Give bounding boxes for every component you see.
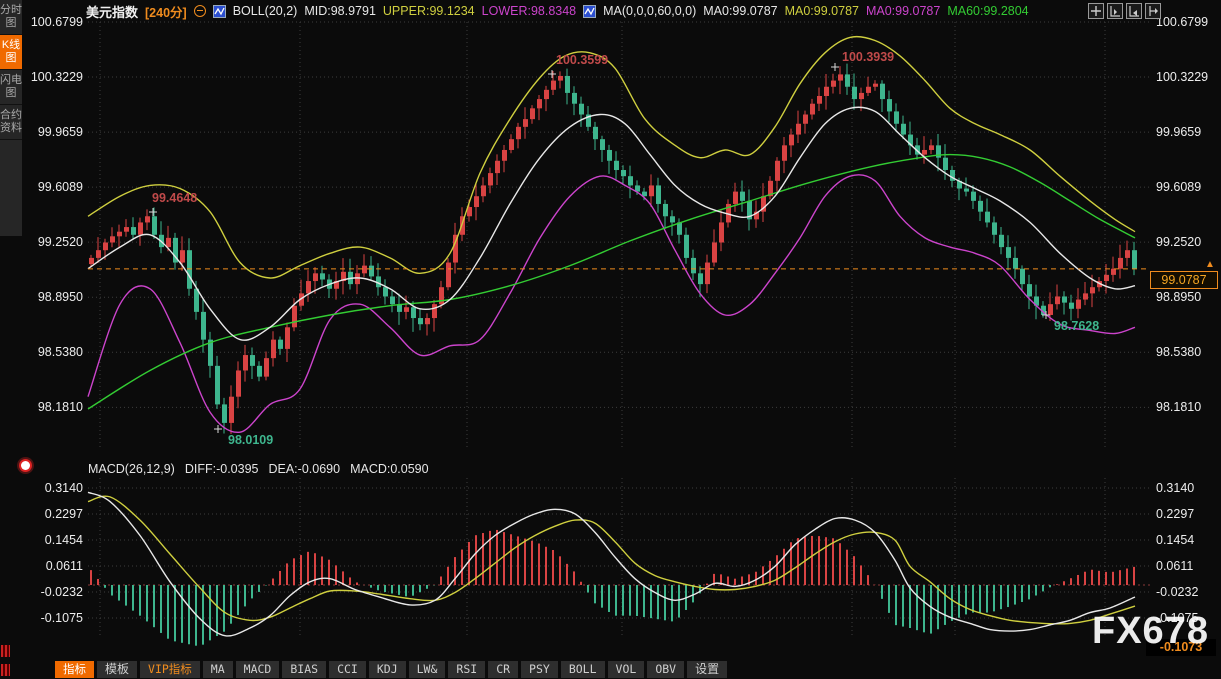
toolbar-item-cr[interactable]: CR (488, 661, 518, 678)
axis-label: 0.2297 (27, 507, 83, 521)
axis-label: -0.0232 (1156, 585, 1198, 599)
axis-label: -0.0232 (27, 585, 83, 599)
high-price-annotation: 100.3599 (556, 53, 608, 67)
ma0-yellow-value: MA0:99.0787 (785, 4, 859, 18)
trading-chart-window: 分时图K线图闪电图合约资料 美元指数 [240分] BOLL(20,2) MID… (0, 0, 1221, 679)
axis-label: 100.6799 (27, 15, 83, 29)
indicator-alert-icon[interactable] (21, 461, 30, 470)
ma60-value: MA60:99.2804 (947, 4, 1028, 18)
macd-dea-value: DEA:-0.0690 (268, 462, 340, 476)
macd-label: MACD(26,12,9) (88, 462, 175, 476)
axis-label: 99.9659 (27, 125, 83, 139)
axis-label: 98.8950 (1156, 290, 1201, 304)
axis-label: 0.0611 (1156, 559, 1193, 573)
boll-upper-value: UPPER:99.1234 (383, 4, 475, 18)
axis-label: 99.2520 (1156, 235, 1201, 249)
toolbar-item-macd[interactable]: MACD (236, 661, 280, 678)
toolbar-item-kdj[interactable]: KDJ (369, 661, 406, 678)
scroll-handle-icon[interactable] (1, 664, 10, 676)
axis-label: 98.8950 (27, 290, 83, 304)
chart-mode-sidebar: 分时图K线图闪电图合约资料 (0, 0, 22, 236)
high-price-annotation: 99.4648 (152, 191, 197, 205)
boll-indicator-icon[interactable] (213, 5, 226, 18)
toolbar-item-psy[interactable]: PSY (521, 661, 558, 678)
axis-label: 0.0611 (27, 559, 83, 573)
axis-label: 99.9659 (1156, 125, 1201, 139)
axis-label: 98.1810 (1156, 400, 1201, 414)
axis-label: 0.1454 (1156, 533, 1194, 547)
axis-label: 99.2520 (27, 235, 83, 249)
period-label: [240分] (145, 2, 187, 21)
chart-tools (1088, 3, 1161, 19)
axis-label: 98.5380 (1156, 345, 1201, 359)
macd-diff-value: DIFF:-0.0395 (185, 462, 259, 476)
pan-right-icon[interactable] (1145, 3, 1161, 19)
collapse-indicator-icon[interactable] (194, 5, 206, 17)
axis-label: 100.3229 (27, 70, 83, 84)
symbol-title: 美元指数 (86, 2, 138, 21)
chart-header: 美元指数 [240分] BOLL(20,2) MID:98.9791 UPPER… (86, 3, 1029, 19)
ma0-magenta-value: MA0:99.0787 (866, 4, 940, 18)
indicator-toolbar: 指标模板VIP指标MAMACDBIASCCIKDJLW&RSICRPSYBOLL… (55, 661, 727, 678)
sidebar-tab-active[interactable]: K线图 (0, 35, 22, 70)
axis-label: 100.6799 (1156, 15, 1208, 29)
time-axis: 240分 ▲ 10/1110/2210/3111/1011/2812/06 20… (0, 640, 1221, 659)
watermark: FX678 (1092, 610, 1209, 653)
axis-label: 99.6089 (27, 180, 83, 194)
toolbar-item-cci[interactable]: CCI (329, 661, 366, 678)
sidebar-tab-item[interactable]: 分时图 (0, 0, 22, 35)
toolbar-item-设置[interactable]: 设置 (687, 661, 727, 678)
toolbar-item-vol[interactable]: VOL (608, 661, 645, 678)
scroll-handle-icon[interactable] (1, 645, 10, 657)
zoom-horizontal-icon[interactable] (1126, 3, 1142, 19)
boll-mid-value: MID:98.9791 (304, 4, 376, 18)
toolbar-item-boll[interactable]: BOLL (561, 661, 605, 678)
toolbar-item-模板[interactable]: 模板 (97, 661, 137, 678)
toolbar-item-rsi[interactable]: RSI (448, 661, 485, 678)
low-price-annotation: 98.0109 (228, 433, 273, 447)
axis-label: 0.2297 (1156, 507, 1194, 521)
ma-indicator-icon[interactable] (583, 5, 596, 18)
high-price-annotation: 100.3939 (842, 50, 894, 64)
macd-macd-value: MACD:0.0590 (350, 462, 429, 476)
toolbar-item-vip指标[interactable]: VIP指标 (140, 661, 200, 678)
axis-label: 0.1454 (27, 533, 83, 547)
axis-label: 99.6089 (1156, 180, 1201, 194)
boll-lower-value: LOWER:98.8348 (482, 4, 577, 18)
axis-label: 0.3140 (1156, 481, 1194, 495)
ma0-white-value: MA0:99.0787 (703, 4, 777, 18)
reset-view-icon[interactable] (1088, 3, 1104, 19)
axis-label: 100.3229 (1156, 70, 1208, 84)
toolbar-item-指标[interactable]: 指标 (55, 661, 94, 678)
low-price-annotation: 98.7628 (1054, 319, 1099, 333)
toolbar-item-obv[interactable]: OBV (647, 661, 684, 678)
axis-label: 98.5380 (27, 345, 83, 359)
ma-label: MA(0,0,0,60,0,0) (603, 4, 696, 18)
current-price-badge: 99.0787 (1150, 271, 1218, 289)
sidebar-tab-item[interactable]: 闪电图 (0, 70, 22, 105)
chart-canvas[interactable] (0, 0, 1221, 679)
toolbar-item-lw&[interactable]: LW& (409, 661, 446, 678)
macd-header: MACD(26,12,9) DIFF:-0.0395 DEA:-0.0690 M… (88, 462, 429, 476)
zoom-vertical-icon[interactable] (1107, 3, 1123, 19)
axis-label: 98.1810 (27, 400, 83, 414)
boll-label: BOLL(20,2) (233, 4, 298, 18)
toolbar-item-bias[interactable]: BIAS (282, 661, 326, 678)
price-up-arrow-icon: ▲ (1205, 259, 1215, 270)
sidebar-tab-item[interactable]: 合约资料 (0, 105, 22, 140)
toolbar-item-ma[interactable]: MA (203, 661, 233, 678)
axis-label: -0.1075 (27, 611, 83, 625)
axis-label: 0.3140 (27, 481, 83, 495)
